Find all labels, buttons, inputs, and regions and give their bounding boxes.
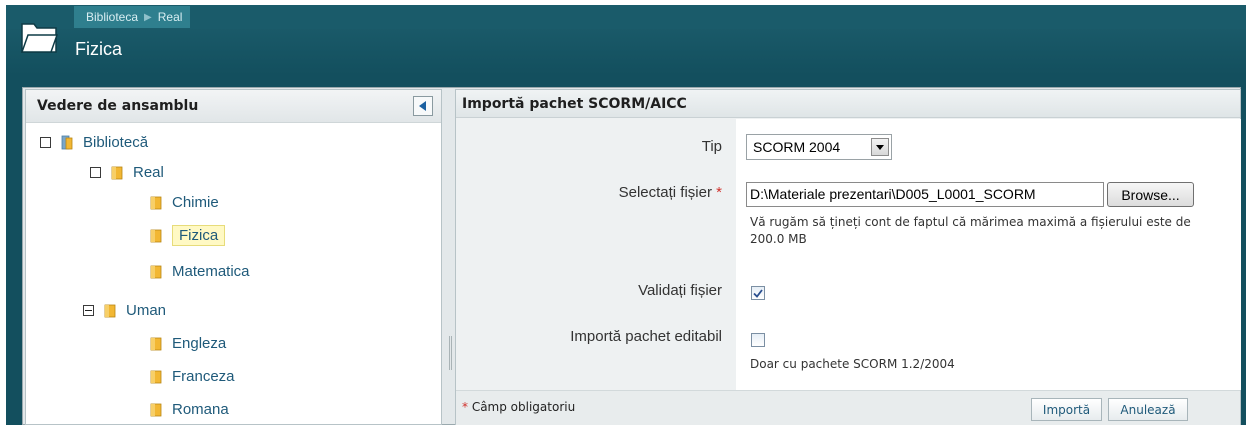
- required-note-text: Câmp obligatoriu: [471, 400, 576, 414]
- import-button[interactable]: Importă: [1031, 398, 1102, 421]
- tree-label[interactable]: Uman: [126, 302, 166, 319]
- tip-label: Tip: [701, 138, 722, 155]
- form-title: Importă pachet SCORM/AICC: [456, 90, 1240, 118]
- tree-node-chimie[interactable]: Chimie: [150, 191, 219, 213]
- page-title: Fizica: [75, 39, 123, 59]
- import-form-panel: Importă pachet SCORM/AICC Tip SCORM 2004…: [455, 89, 1241, 425]
- file-path-input[interactable]: D:\Materiale prezentari\D005_L0001_SCORM: [746, 182, 1104, 207]
- tree-label[interactable]: Real: [133, 164, 164, 181]
- chevron-down-icon[interactable]: [871, 138, 889, 156]
- tree-node-uman[interactable]: Uman: [83, 299, 166, 321]
- tree-label[interactable]: Bibliotecă: [83, 134, 148, 151]
- tree-label[interactable]: Chimie: [172, 194, 219, 211]
- tree-toggle[interactable]: [90, 166, 101, 178]
- tree-node-engleza[interactable]: Engleza: [150, 332, 226, 354]
- required-asterisk: *: [462, 400, 468, 414]
- form-footer: * Câmp obligatoriu Importă Anulează: [456, 390, 1240, 425]
- breadcrumb-item-biblioteca[interactable]: Biblioteca: [86, 10, 138, 24]
- sidebar-title: Vedere de ansamblu: [37, 98, 199, 114]
- tree-label[interactable]: Matematica: [172, 263, 250, 280]
- app-header: Biblioteca ▶ Real Fizica: [6, 5, 1246, 75]
- tree-toggle[interactable]: [83, 304, 94, 316]
- breadcrumb-item-real[interactable]: Real: [158, 10, 183, 24]
- sidebar-header: Vedere de ansamblu: [26, 90, 441, 123]
- file-label-text: Selectați fișier: [618, 184, 712, 201]
- tree-label-selected[interactable]: Fizica: [172, 224, 226, 246]
- tree-node-real[interactable]: Real: [90, 161, 164, 183]
- editable-help-text: Doar cu pachete SCORM 1.2/2004: [750, 357, 955, 371]
- folder-icon: [104, 304, 116, 317]
- folder-open-icon: [20, 23, 58, 53]
- sidebar: Vedere de ansamblu Bibliotecă Real Chimi…: [25, 89, 442, 425]
- file-label: Selectați fișier *: [619, 184, 722, 201]
- folder-icon: [150, 196, 162, 209]
- tree-node-matematica[interactable]: Matematica: [150, 260, 250, 282]
- folder-icon: [150, 403, 162, 416]
- tree-toggle[interactable]: [40, 136, 51, 148]
- panel-splitter[interactable]: [449, 336, 452, 370]
- checkmark-icon: [753, 288, 763, 298]
- chevron-left-icon: [419, 101, 426, 111]
- tree-node-biblioteca[interactable]: Bibliotecă: [40, 131, 148, 153]
- editable-label: Importă pachet editabil: [570, 328, 722, 345]
- breadcrumb: Biblioteca ▶ Real: [74, 6, 191, 28]
- tip-select-value: SCORM 2004: [753, 139, 841, 155]
- file-size-help-text: Vă rugăm să țineți cont de faptul că măr…: [750, 215, 1191, 246]
- folder-icon: [150, 265, 162, 278]
- required-note: * Câmp obligatoriu: [462, 400, 575, 414]
- tree-label[interactable]: Engleza: [172, 335, 226, 352]
- folder-icon: [111, 166, 123, 179]
- library-icon: [61, 135, 73, 149]
- folder-icon: [150, 337, 162, 350]
- editable-checkbox[interactable]: [751, 333, 765, 347]
- header-top-strip: [6, 5, 1246, 29]
- tip-select[interactable]: SCORM 2004: [746, 134, 892, 160]
- tree-node-franceza[interactable]: Franceza: [150, 365, 235, 387]
- browse-button[interactable]: Browse...: [1107, 182, 1194, 207]
- tree-node-romana[interactable]: Romana: [150, 398, 229, 420]
- collapse-sidebar-button[interactable]: [413, 96, 433, 116]
- folder-icon: [150, 370, 162, 383]
- validate-checkbox[interactable]: [751, 286, 765, 300]
- required-asterisk: *: [716, 184, 722, 201]
- tree-node-fizica[interactable]: Fizica: [150, 224, 226, 246]
- cancel-button[interactable]: Anulează: [1108, 398, 1188, 421]
- breadcrumb-separator-icon: ▶: [144, 11, 152, 23]
- validate-label: Validați fișier: [638, 282, 722, 299]
- folder-icon: [150, 229, 162, 242]
- tree-label[interactable]: Romana: [172, 401, 229, 418]
- tree-label[interactable]: Franceza: [172, 368, 235, 385]
